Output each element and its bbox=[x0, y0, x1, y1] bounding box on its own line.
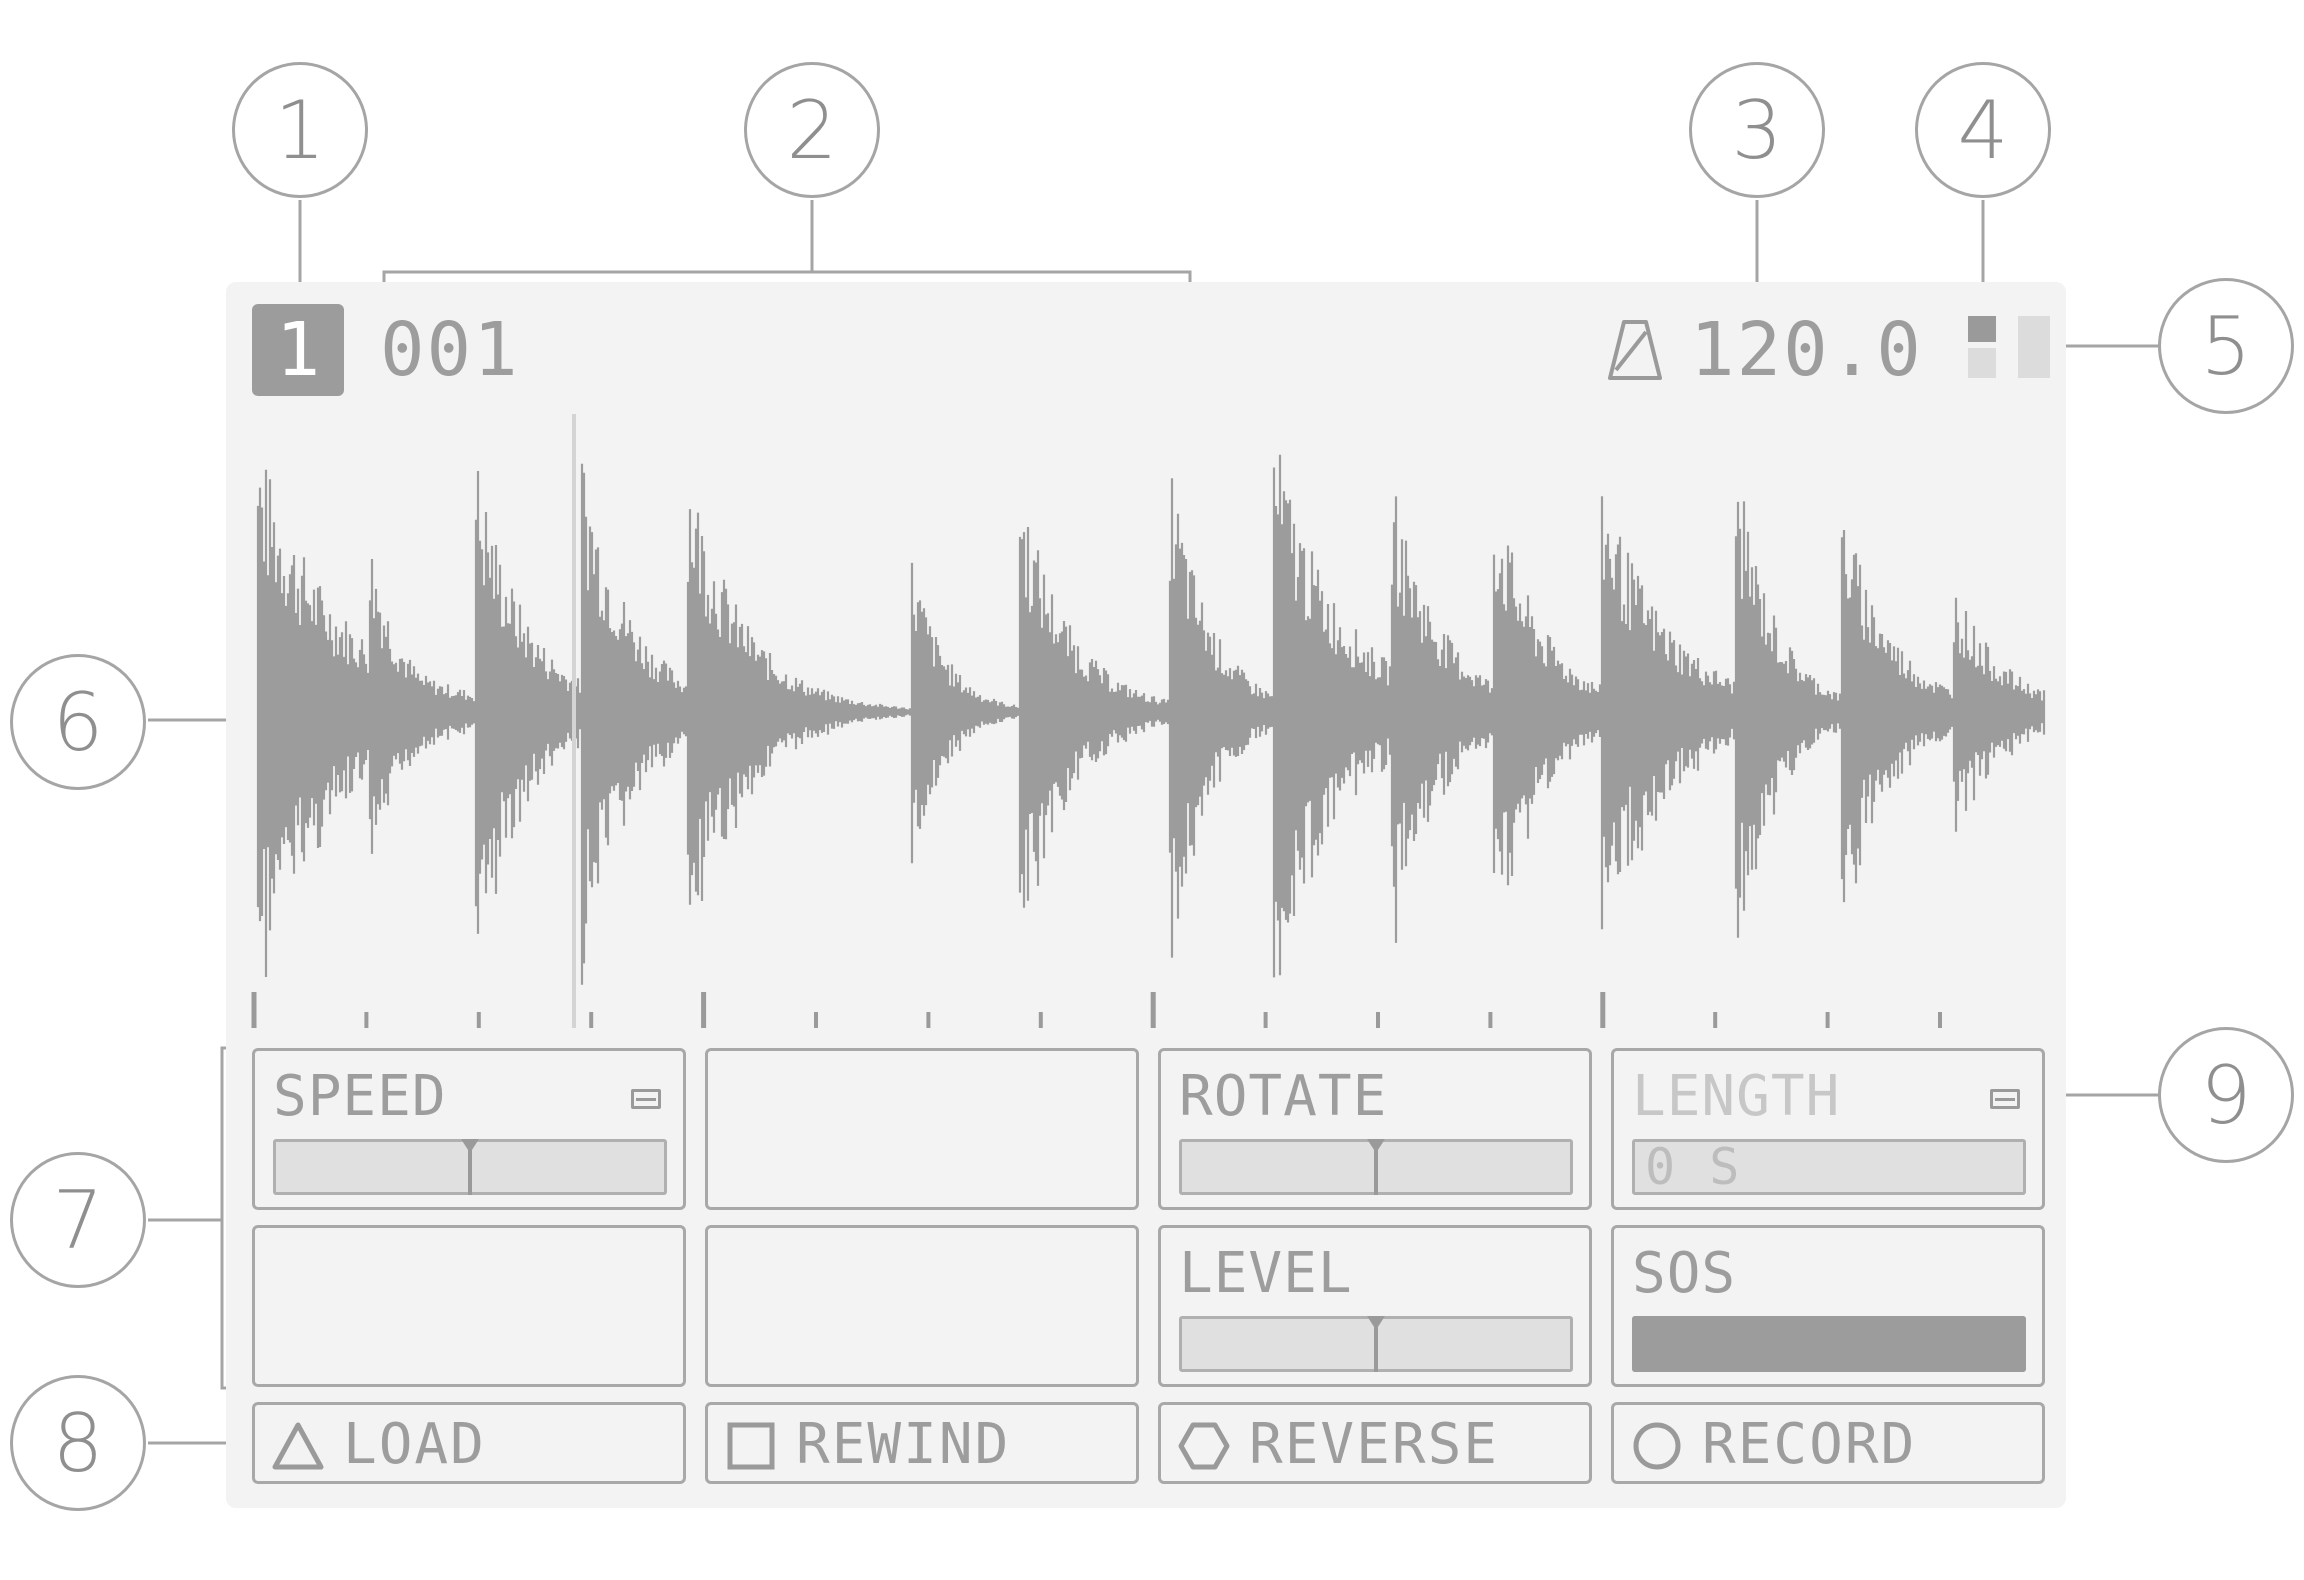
param-speed-0[interactable]: SPEED bbox=[252, 1048, 686, 1210]
param-empty-5 bbox=[705, 1225, 1139, 1387]
param-label: ROTATE bbox=[1179, 1064, 1388, 1129]
project-number: 001 bbox=[380, 307, 520, 393]
value-text: 0 S bbox=[1645, 1138, 1742, 1196]
callout-7: 7 bbox=[10, 1152, 146, 1288]
softkey-label: REWIND bbox=[796, 1412, 1011, 1477]
param-label: SPEED bbox=[273, 1064, 447, 1129]
track-number-badge[interactable]: 1 bbox=[252, 304, 344, 396]
param-rotate-2[interactable]: ROTATE bbox=[1158, 1048, 1592, 1210]
menu-icon[interactable] bbox=[631, 1089, 661, 1109]
memory-indicator-icon bbox=[1968, 316, 2052, 378]
callout-3: 3 bbox=[1689, 62, 1825, 198]
slider-marker-icon bbox=[1367, 1139, 1385, 1153]
param-label: SOS bbox=[1632, 1241, 1737, 1306]
hexagon-icon bbox=[1178, 1422, 1230, 1470]
circle-icon bbox=[1633, 1422, 1681, 1470]
device-screen: 1 001 120.0 SPEED ROTATE LENGTH 0 S LEVEL SOS… bbox=[226, 282, 2066, 1508]
param-length-3[interactable]: LENGTH 0 S bbox=[1611, 1048, 2045, 1210]
value-field[interactable]: 0 S bbox=[1632, 1138, 2026, 1196]
menu-icon[interactable] bbox=[1990, 1089, 2020, 1109]
softkey-label: REVERSE bbox=[1249, 1412, 1500, 1477]
metronome-icon bbox=[1608, 320, 1662, 380]
param-level-6[interactable]: LEVEL bbox=[1158, 1225, 1592, 1387]
callout-1: 1 bbox=[232, 62, 368, 198]
param-sos-7[interactable]: SOS bbox=[1611, 1225, 2045, 1387]
param-empty-4 bbox=[252, 1225, 686, 1387]
callout-9: 9 bbox=[2158, 1027, 2294, 1163]
callout-5: 5 bbox=[2158, 278, 2294, 414]
tempo-value[interactable]: 120.0 bbox=[1690, 304, 1923, 396]
param-label: LEVEL bbox=[1179, 1241, 1353, 1306]
callout-8: 8 bbox=[10, 1375, 146, 1511]
param-empty-1 bbox=[705, 1048, 1139, 1210]
bipolar-slider[interactable] bbox=[1179, 1316, 1573, 1372]
softkey-record-button[interactable]: RECORD bbox=[1611, 1402, 2045, 1484]
fill-level bbox=[1632, 1316, 2026, 1372]
softkey-label: LOAD bbox=[343, 1412, 486, 1477]
waveform-trace bbox=[256, 454, 2046, 985]
softkey-label: RECORD bbox=[1702, 1412, 1917, 1477]
callout-2: 2 bbox=[744, 62, 880, 198]
slider-marker-icon bbox=[461, 1139, 479, 1153]
softkey-load-button[interactable]: LOAD bbox=[252, 1402, 686, 1484]
callout-4: 4 bbox=[1915, 62, 2051, 198]
param-label: LENGTH bbox=[1632, 1064, 1841, 1129]
waveform-display[interactable] bbox=[236, 412, 2046, 1028]
bipolar-slider[interactable] bbox=[273, 1139, 667, 1195]
square-icon bbox=[727, 1422, 775, 1470]
slider-marker-icon bbox=[1367, 1316, 1385, 1330]
softkey-reverse-button[interactable]: REVERSE bbox=[1158, 1402, 1592, 1484]
callout-6: 6 bbox=[10, 654, 146, 790]
softkey-rewind-button[interactable]: REWIND bbox=[705, 1402, 1139, 1484]
bipolar-slider[interactable] bbox=[1179, 1139, 1573, 1195]
triangle-icon bbox=[272, 1422, 324, 1470]
fill-bar[interactable] bbox=[1632, 1316, 2026, 1372]
